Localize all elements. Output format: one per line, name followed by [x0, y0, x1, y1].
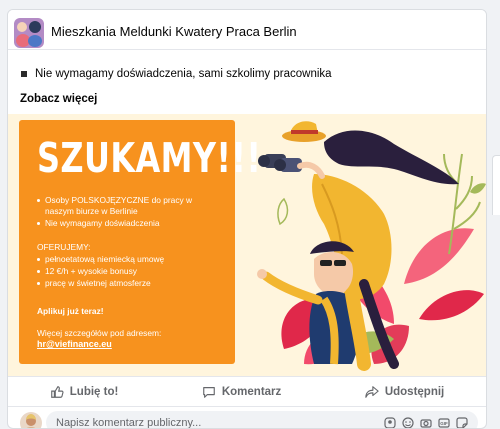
post-header: Mieszkania Meldunki Kwatery Praca Berlin	[8, 10, 486, 50]
comment-icon	[203, 386, 215, 398]
page-name-link[interactable]: Mieszkania Meldunki Kwatery Praca Berlin	[51, 24, 297, 39]
gif-icon[interactable]: GIF	[438, 416, 450, 428]
offer-title: OFERUJEMY:	[37, 242, 91, 252]
share-icon	[365, 385, 379, 398]
email-address: hr@viefinance.eu	[37, 339, 112, 349]
see-more-link[interactable]: Zobacz więcej	[20, 93, 97, 105]
hair-shape	[324, 130, 459, 185]
avatar-sticker-icon[interactable]	[384, 416, 396, 428]
leaf-shape	[470, 183, 486, 194]
svg-text:GIF: GIF	[440, 421, 448, 426]
page-avatar[interactable]	[14, 18, 44, 48]
post-bullet-text: Nie wymagamy doświadczenia, sami szkolim…	[35, 68, 332, 80]
sticker-icon[interactable]	[456, 416, 468, 428]
camera-icon[interactable]	[420, 416, 432, 428]
offer-item: pełnoetatową niemiecką umowę	[37, 254, 164, 266]
square-bullet-icon	[21, 71, 27, 77]
like-label: Lubię to!	[69, 385, 119, 398]
offer-item: 12 €/h + wysokie bonusy	[37, 266, 137, 278]
post-image[interactable]: SZUKAMY!!! Osoby POLSKOJĘZYCZNE do pracy…	[8, 114, 486, 376]
user-avatar[interactable]	[20, 412, 42, 428]
composer-icons: GIF	[378, 416, 468, 428]
apply-cta: Aplikuj już teraz!	[37, 306, 104, 316]
comment-button[interactable]: Komentarz	[202, 385, 281, 399]
leaf-shape	[404, 228, 474, 284]
share-button[interactable]: Udostępnij	[365, 385, 444, 399]
comment-composer: GIF	[8, 406, 486, 428]
comment-label: Komentarz	[221, 385, 282, 398]
emoji-icon[interactable]	[402, 416, 414, 428]
detective-illustration	[257, 121, 486, 371]
adjacent-card-edge	[492, 155, 500, 215]
share-label: Udostępnij	[384, 385, 445, 398]
ad-headline: SZUKAMY!!!	[37, 134, 262, 182]
leaf-shape	[419, 290, 484, 321]
job-ad-panel: SZUKAMY!!! Osoby POLSKOJĘZYCZNE do pracy…	[19, 120, 261, 364]
ad-bullet: Nie wymagamy doświadczenia	[37, 218, 160, 230]
like-button[interactable]: Lubię to!	[50, 385, 119, 399]
ad-bullet-continuation: naszym biurze w Berlinie	[45, 206, 138, 216]
ad-bullet: Osoby POLSKOJĘZYCZNE do pracy w	[37, 195, 192, 207]
post-bullet-item: Nie wymagamy doświadczenia, sami szkolim…	[21, 68, 332, 80]
post-actions-bar: Lubię to! Komentarz Udostępnij	[8, 376, 486, 406]
like-icon	[50, 385, 64, 398]
plant-outline	[277, 197, 289, 226]
offer-item: pracę w świetnej atmosferze	[37, 278, 151, 290]
post-card: Mieszkania Meldunki Kwatery Praca Berlin…	[7, 9, 487, 429]
more-info-text: Więcej szczegółów pod adresem:	[37, 328, 162, 338]
truncated-text-line	[28, 49, 428, 57]
